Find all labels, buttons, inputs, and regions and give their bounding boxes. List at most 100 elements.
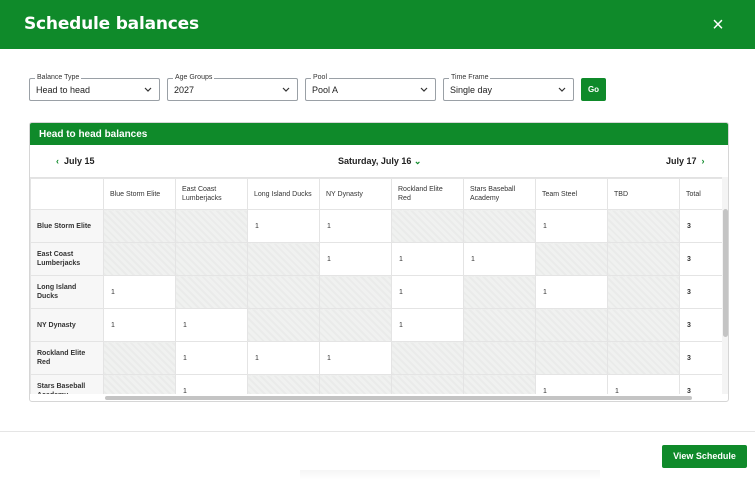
balance-cell: 1 [391,308,464,342]
current-day-dropdown[interactable]: Saturday, July 16 ⌄ [338,156,421,167]
empty-cell [535,341,608,375]
balance-cell: 1 [175,374,248,394]
balance-cell: 1 [535,374,608,394]
next-day-link[interactable]: July 17 › [666,156,705,166]
pool-label: Pool [311,73,330,82]
balance-cell: 1 [103,275,176,309]
empty-cell [103,242,176,276]
row-total: 3 [679,374,722,394]
row-total: 3 [679,341,722,375]
column-header: Rockland Elite Red [391,178,464,210]
empty-cell [463,308,536,342]
empty-cell [607,242,680,276]
age-groups-label: Age Groups [173,73,215,82]
empty-cell [607,308,680,342]
balance-cell: 1 [319,209,392,243]
empty-cell [607,341,680,375]
chevron-down-icon: ⌄ [413,156,422,166]
column-header: Stars Baseball Academy [463,178,536,210]
pool-select[interactable]: Pool Pool A [305,73,436,101]
column-header: Total [679,178,722,210]
next-day-label: July 17 [666,156,697,166]
chevron-left-icon: ‹ [56,156,59,166]
empty-cell [319,275,392,309]
row-team-name: Rockland Elite Red [30,341,104,375]
empty-cell [535,242,608,276]
empty-cell [247,242,320,276]
view-schedule-button[interactable]: View Schedule [662,445,747,468]
time-frame-label: Time Frame [449,73,491,82]
row-total: 3 [679,275,722,309]
empty-cell [247,308,320,342]
balance-cell: 1 [103,308,176,342]
go-button[interactable]: Go [581,78,606,101]
empty-cell [175,209,248,243]
empty-cell [391,374,464,394]
balance-cell: 1 [247,341,320,375]
balance-cell: 1 [535,209,608,243]
chevron-down-icon [558,87,566,92]
vertical-scrollbar[interactable] [722,177,728,394]
balance-cell: 1 [247,209,320,243]
chevron-down-icon [282,87,290,92]
horizontal-scrollbar-thumb[interactable] [105,396,692,400]
chevron-down-icon [144,87,152,92]
empty-cell [175,275,248,309]
age-groups-value: 2027 [174,85,195,95]
chevron-down-icon [420,87,428,92]
empty-cell [103,209,176,243]
row-total: 3 [679,209,722,243]
row-team-name: Long Island Ducks [30,275,104,309]
close-icon[interactable]: × [708,15,728,35]
empty-cell [463,209,536,243]
row-team-name: NY Dynasty [30,308,104,342]
balance-cell: 1 [319,242,392,276]
modal-title: Schedule balances [24,14,199,34]
column-header [30,178,104,210]
empty-cell [175,242,248,276]
balances-table-container[interactable]: Blue Storm Elite East Coast Lumberjacks … [30,177,722,394]
empty-cell [247,374,320,394]
previous-day-label: July 15 [64,156,95,166]
panel-title: Head to head balances [39,129,148,140]
empty-cell [391,209,464,243]
balance-cell: 1 [535,275,608,309]
empty-cell [463,341,536,375]
balance-type-select[interactable]: Balance Type Head to head [29,73,160,101]
empty-cell [463,374,536,394]
modal-header: Schedule balances × [0,0,755,49]
empty-cell [103,341,176,375]
time-frame-select[interactable]: Time Frame Single day [443,73,574,101]
table-row: NY Dynasty 1 1 1 3 [30,308,722,342]
balance-cell: 1 [463,242,536,276]
time-frame-value: Single day [450,85,493,95]
table-row: Blue Storm Elite 1 1 1 3 [30,209,722,243]
empty-cell [103,374,176,394]
balance-cell: 1 [175,308,248,342]
table-row: East Coast Lumberjacks 1 1 1 3 [30,242,722,276]
balance-cell: 1 [607,374,680,394]
balances-panel: Head to head balances ‹ July 15 Saturday… [29,122,729,402]
row-team-name: Blue Storm Elite [30,209,104,243]
row-team-name: East Coast Lumberjacks [30,242,104,276]
age-groups-select[interactable]: Age Groups 2027 [167,73,298,101]
balance-cell: 1 [391,242,464,276]
balance-type-label: Balance Type [35,73,82,82]
row-total: 3 [679,308,722,342]
footer-divider [0,431,755,432]
empty-cell [535,308,608,342]
vertical-scrollbar-thumb[interactable] [723,209,728,337]
current-day-label: Saturday, July 16 [338,156,412,166]
empty-cell [607,209,680,243]
column-header: TBD [607,178,680,210]
previous-day-link[interactable]: ‹ July 15 [56,156,95,166]
row-total: 3 [679,242,722,276]
balance-cell: 1 [391,275,464,309]
column-header: Blue Storm Elite [103,178,176,210]
table-row: Long Island Ducks 1 1 1 3 [30,275,722,309]
empty-cell [319,374,392,394]
table-row: Rockland Elite Red 1 1 1 3 [30,341,722,375]
balance-cell: 1 [175,341,248,375]
empty-cell [607,275,680,309]
table-header-row: Blue Storm Elite East Coast Lumberjacks … [30,178,722,210]
